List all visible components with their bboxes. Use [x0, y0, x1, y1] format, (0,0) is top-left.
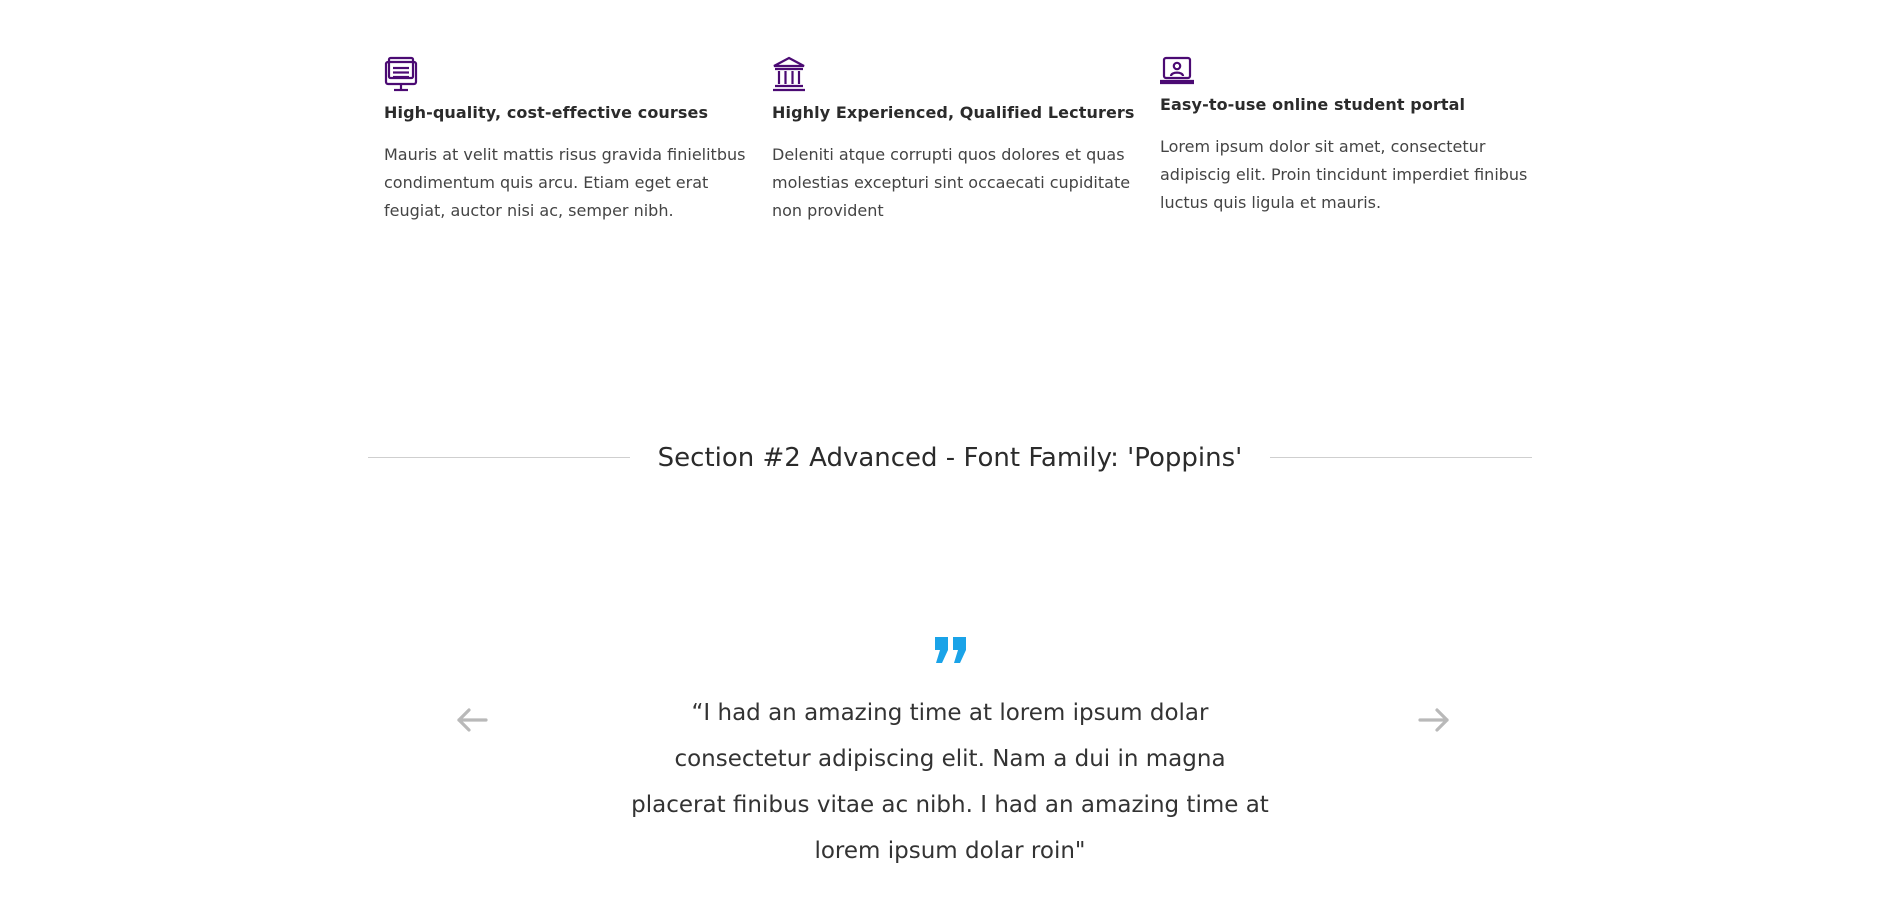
section-heading: Section #2 Advanced - Font Family: 'Popp… — [368, 438, 1532, 478]
feature-description: Deleniti atque corrupti quos dolores et … — [772, 145, 1131, 220]
testimonial-quote: “I had an amazing time at lorem ipsum do… — [631, 700, 1269, 864]
monitor-document-icon — [384, 56, 418, 92]
feature-card: High-quality, cost-effective courses Mau… — [384, 56, 754, 225]
feature-title: High-quality, cost-effective courses — [384, 103, 709, 122]
testimonial-slider: “I had an amazing time at lorem ipsum do… — [368, 630, 1532, 898]
feature-description: Lorem ipsum dolor sit amet, consectetur … — [1160, 137, 1528, 212]
divider-line-left — [368, 457, 630, 458]
institution-building-icon — [772, 56, 806, 92]
section-title: Section #2 Advanced - Font Family: 'Popp… — [657, 443, 1243, 473]
laptop-user-icon — [1160, 56, 1194, 86]
quote-icon — [934, 636, 968, 664]
feature-title: Highly Experienced, Qualified Lecturers — [772, 103, 1135, 122]
divider-line-right — [1270, 457, 1532, 458]
feature-description: Mauris at velit mattis risus gravida fin… — [384, 145, 746, 220]
feature-title: Easy-to-use online student portal — [1160, 95, 1466, 114]
arrow-left-icon[interactable] — [450, 698, 494, 742]
feature-card: Easy-to-use online student portal Lorem … — [1160, 56, 1530, 217]
feature-card: Highly Experienced, Qualified Lecturers … — [772, 56, 1142, 225]
arrow-right-icon[interactable] — [1412, 698, 1456, 742]
